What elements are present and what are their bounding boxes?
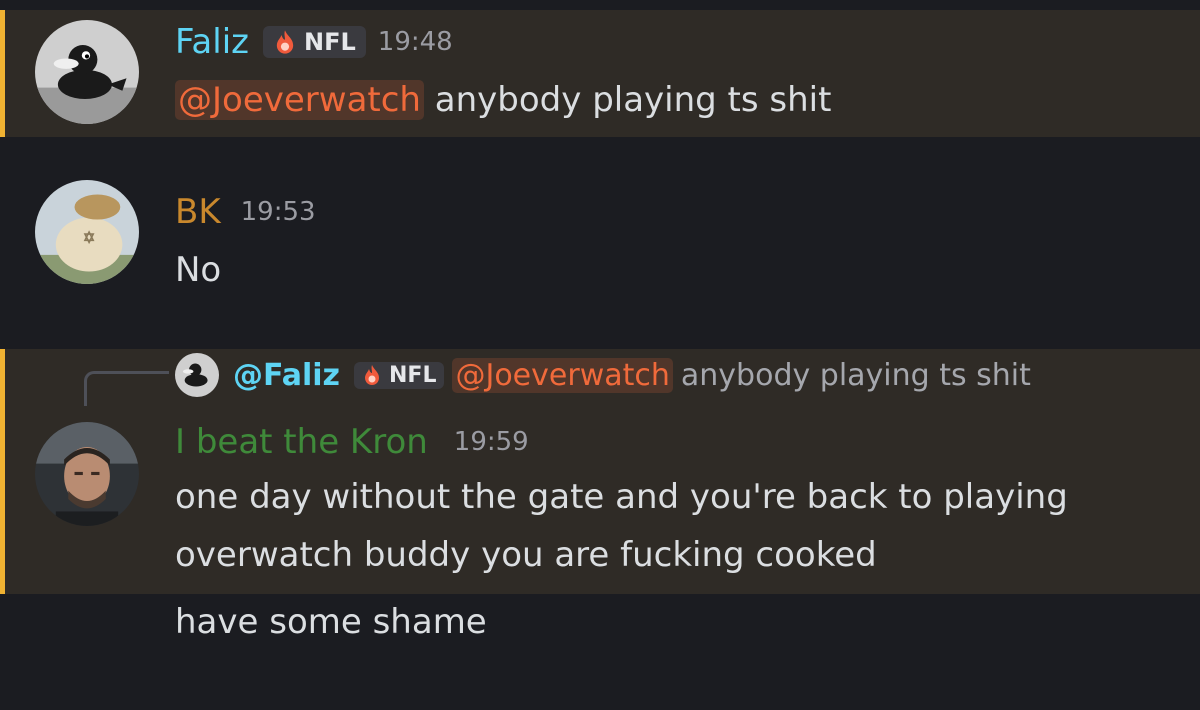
avatar[interactable]	[35, 20, 139, 124]
message-continuation[interactable]: have some shame	[0, 594, 1200, 654]
man-avatar-icon	[35, 422, 139, 526]
message-text: anybody playing ts shit	[423, 80, 832, 120]
message-bk[interactable]: BK 19:53 No	[0, 170, 1200, 300]
message-text: have some shame	[175, 602, 487, 642]
reply-preview[interactable]: @Faliz NFL @Joeverwatch anybody playing …	[175, 353, 1031, 397]
reply-connector	[84, 371, 169, 406]
role-tag-label: NFL	[389, 362, 437, 388]
reply-author[interactable]: @Faliz	[233, 358, 340, 393]
role-tag[interactable]: NFL	[263, 26, 366, 58]
role-tag-label: NFL	[304, 28, 356, 56]
author-name[interactable]: I beat the Kron	[175, 422, 428, 462]
reply-avatar	[175, 353, 219, 397]
flame-icon	[276, 30, 294, 54]
message-text-line-2: overwatch buddy you are fucking cooked	[175, 535, 877, 575]
timestamp: 19:53	[240, 197, 316, 227]
author-name[interactable]: Faliz	[175, 22, 249, 62]
user-mention[interactable]: @Joeverwatch	[175, 80, 424, 120]
role-tag[interactable]: NFL	[354, 361, 445, 389]
message-faliz[interactable]: Faliz NFL 19:48 @Joeverwatch anybody pla…	[0, 10, 1200, 137]
reply-text: anybody playing ts shit	[680, 357, 1031, 393]
user-mention[interactable]: @Joeverwatch	[452, 357, 673, 393]
duck-avatar-icon	[175, 353, 219, 397]
message-content: @Joeverwatch anybody playing ts shit	[175, 80, 831, 120]
avatar[interactable]	[35, 180, 139, 284]
message-text: No	[175, 250, 222, 290]
timestamp: 19:48	[377, 27, 453, 57]
flame-icon	[365, 365, 380, 385]
message-kron[interactable]: @Faliz NFL @Joeverwatch anybody playing …	[0, 349, 1200, 594]
duck-avatar-icon	[35, 20, 139, 124]
author-name[interactable]: BK	[175, 192, 221, 232]
timestamp: 19:59	[453, 427, 529, 457]
avatar[interactable]	[35, 422, 139, 526]
message-text-line-1: one day without the gate and you're back…	[175, 477, 1068, 517]
snorlax-avatar-icon	[35, 180, 139, 284]
